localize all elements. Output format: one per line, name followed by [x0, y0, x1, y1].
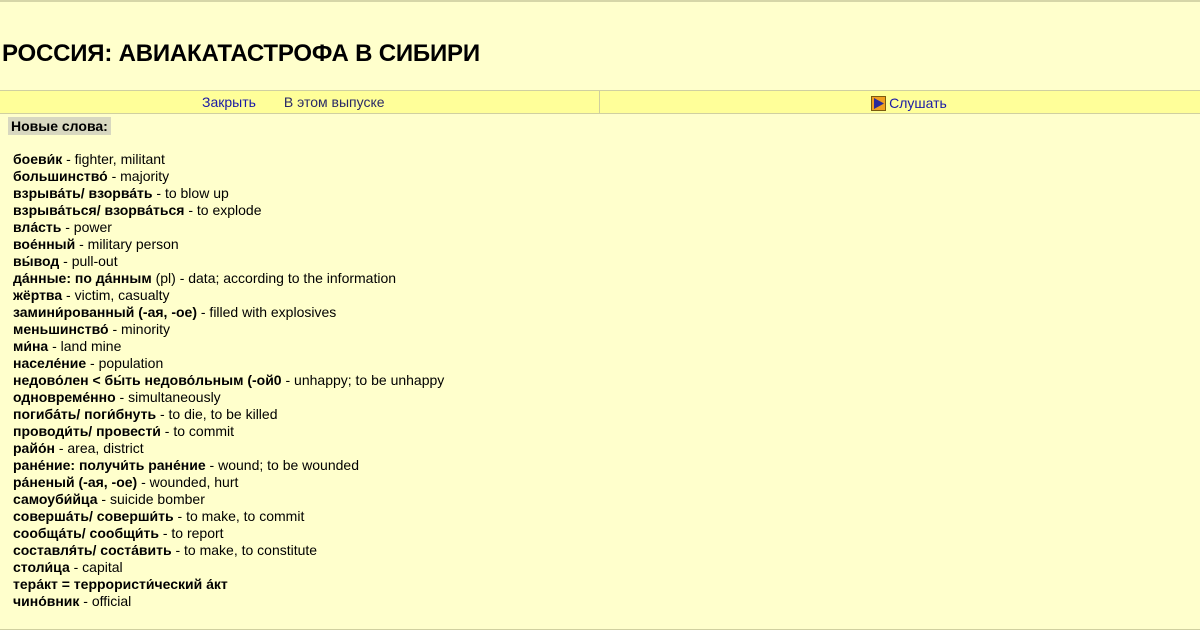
vocab-item: вое́нный - military person: [13, 236, 1200, 253]
vocab-term: вла́сть: [13, 219, 62, 235]
vocab-item: сообща́ть/ сообщи́ть - to report: [13, 525, 1200, 542]
vocab-definition: - fighter, militant: [62, 151, 165, 167]
vocab-definition: - capital: [69, 559, 123, 575]
vocab-term: соверша́ть/ соверши́ть: [13, 508, 174, 524]
vocab-term: вое́нный: [13, 236, 76, 252]
vocab-item: столи́ца - capital: [13, 559, 1200, 576]
vocab-section: Новые слова: боеви́к - fighter, militant…: [0, 114, 1200, 610]
vocab-definition: - unhappy; to be unhappy: [281, 372, 445, 388]
vocab-item: взрыва́ть/ взорва́ть - to blow up: [13, 185, 1200, 202]
vocab-definition: - to report: [158, 525, 224, 541]
vocab-item: проводи́ть/ провести́ - to commit: [13, 423, 1200, 440]
vocab-item: боеви́к - fighter, militant: [13, 151, 1200, 168]
vocab-term: ране́ние: получи́ть ране́ние: [13, 457, 206, 473]
listen-label: Слушать: [889, 95, 947, 111]
listen-button[interactable]: Слушать: [871, 93, 947, 111]
vocab-definition: - to make, to commit: [173, 508, 305, 524]
vocab-item: тера́кт = террористи́ческий а́кт: [13, 576, 1200, 593]
vocab-term: большинство́: [13, 168, 108, 184]
vocab-item: ране́ние: получи́ть ране́ние - wound; to…: [13, 457, 1200, 474]
vocab-definition: - victim, casualty: [62, 287, 170, 303]
vocab-item: большинство́ - majority: [13, 168, 1200, 185]
vocab-term: ми́на: [13, 338, 49, 354]
page-title: РОССИЯ: АВИАКАТАСТРОФА В СИБИРИ: [2, 40, 480, 67]
page: РОССИЯ: АВИАКАТАСТРОФА В СИБИРИ Закрыть …: [0, 0, 1200, 630]
vocab-definition: - to commit: [160, 423, 235, 439]
vocab-item: самоуби́йца - suicide bomber: [13, 491, 1200, 508]
vocab-item: взрыва́ться/ взорва́ться - to explode: [13, 202, 1200, 219]
vocab-definition: - to die, to be killed: [156, 406, 278, 422]
in-this-issue-link[interactable]: В этом выпуске: [284, 94, 385, 110]
nav-left: Закрыть В этом выпуске: [0, 91, 600, 113]
vocab-definition: - pull-out: [59, 253, 118, 269]
vocab-term: взрыва́ться/ взорва́ться: [13, 202, 185, 218]
vocab-term: чино́вник: [13, 593, 80, 609]
vocab-definition: - land mine: [48, 338, 122, 354]
vocab-item: составля́ть/ соста́вить - to make, to co…: [13, 542, 1200, 559]
vocab-definition: - population: [86, 355, 164, 371]
vocab-term: ра́неный (-ая, -ое): [13, 474, 138, 490]
header: РОССИЯ: АВИАКАТАСТРОФА В СИБИРИ: [0, 2, 1200, 90]
vocab-item: вла́сть - power: [13, 219, 1200, 236]
vocab-term: боеви́к: [13, 151, 63, 167]
vocab-item: соверша́ть/ соверши́ть - to make, to com…: [13, 508, 1200, 525]
vocab-term: самоуби́йца: [13, 491, 98, 507]
vocab-definition: - minority: [108, 321, 171, 337]
vocab-term: взрыва́ть/ взорва́ть: [13, 185, 153, 201]
vocab-definition: - power: [61, 219, 112, 235]
close-link[interactable]: Закрыть: [202, 94, 256, 110]
vocab-term: вы́вод: [13, 253, 60, 269]
vocab-item: райо́н - area, district: [13, 440, 1200, 457]
vocab-term: составля́ть/ соста́вить: [13, 542, 172, 558]
vocab-term: одновреме́нно: [13, 389, 116, 405]
play-icon: [871, 95, 887, 111]
vocab-definition: - wounded, hurt: [137, 474, 239, 490]
vocab-item: ми́на - land mine: [13, 338, 1200, 355]
vocab-definition: - to explode: [184, 202, 262, 218]
vocab-term: тера́кт = террористи́ческий а́кт: [13, 576, 228, 592]
vocab-term: райо́н: [13, 440, 55, 456]
vocab-definition: - to make, to constitute: [171, 542, 318, 558]
vocab-list: боеви́к - fighter, militant большинство́ …: [8, 151, 1200, 610]
vocab-item: меньшинство́ - minority: [13, 321, 1200, 338]
vocab-definition: - military person: [75, 236, 179, 252]
vocab-definition: - to blow up: [152, 185, 229, 201]
vocab-item: чино́вник - official: [13, 593, 1200, 610]
vocab-definition: - area, district: [54, 440, 144, 456]
vocab-definition: - suicide bomber: [97, 491, 205, 507]
vocab-item: населе́ние - population: [13, 355, 1200, 372]
nav-right: Слушать: [600, 91, 1200, 113]
vocab-definition: - simultaneously: [115, 389, 221, 405]
vocab-definition: - official: [79, 593, 132, 609]
vocab-item: ра́неный (-ая, -ое) - wounded, hurt: [13, 474, 1200, 491]
nav-bar: Закрыть В этом выпуске Слушать: [0, 90, 1200, 114]
vocab-term: замини́рованный (-ая, -ое): [13, 304, 197, 320]
vocab-item: одновреме́нно - simultaneously: [13, 389, 1200, 406]
vocab-item: жёртва - victim, casualty: [13, 287, 1200, 304]
vocab-definition: (pl) - data; according to the informatio…: [151, 270, 397, 286]
vocab-term: проводи́ть/ провести́: [13, 423, 161, 439]
vocab-item: недово́лен < бы́ть недово́льным (-ой0 - …: [13, 372, 1200, 389]
vocab-definition: - filled with explosives: [196, 304, 337, 320]
vocab-term: да́нные: по да́нным: [13, 270, 152, 286]
vocab-item: вы́вод - pull-out: [13, 253, 1200, 270]
vocab-term: столи́ца: [13, 559, 70, 575]
vocab-term: недово́лен < бы́ть недово́льным (-ой0: [13, 372, 282, 388]
vocab-term: жёртва: [13, 287, 63, 303]
vocab-definition: - wound; to be wounded: [205, 457, 359, 473]
vocab-term: населе́ние: [13, 355, 87, 371]
vocab-item: замини́рованный (-ая, -ое) - filled with…: [13, 304, 1200, 321]
vocab-item: да́нные: по да́нным (pl) - data; accordi…: [13, 270, 1200, 287]
section-title: Новые слова:: [8, 117, 111, 135]
vocab-term: погиба́ть/ поги́бнуть: [13, 406, 157, 422]
vocab-term: меньшинство́: [13, 321, 109, 337]
vocab-definition: - majority: [107, 168, 170, 184]
vocab-term: сообща́ть/ сообщи́ть: [13, 525, 159, 541]
vocab-item: погиба́ть/ поги́бнуть - to die, to be ki…: [13, 406, 1200, 423]
